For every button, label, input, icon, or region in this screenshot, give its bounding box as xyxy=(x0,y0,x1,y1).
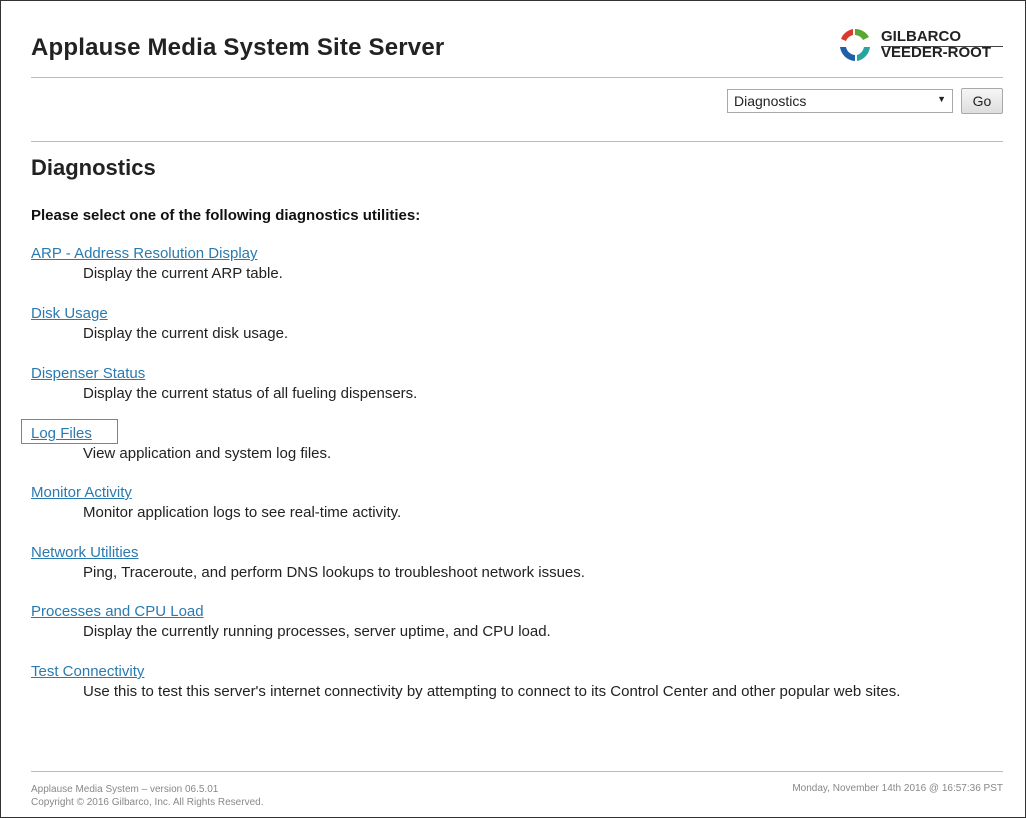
intro-text: Please select one of the following diagn… xyxy=(31,207,421,224)
logo-text-line2: VEEDER-ROOT xyxy=(881,44,992,61)
footer-version: Applause Media System – version 06.5.01 xyxy=(31,784,219,795)
monitor-activity-description: Monitor application logs to see real-tim… xyxy=(83,504,402,521)
processes-cpu-link[interactable]: Processes and CPU Load xyxy=(31,603,204,620)
utility-item-monitor-activity: Monitor Activity Monitor application log… xyxy=(31,484,953,523)
utility-item-disk-usage: Disk Usage Display the current disk usag… xyxy=(31,305,953,344)
footer-copyright: Copyright © 2016 Gilbarco, Inc. All Righ… xyxy=(31,797,264,808)
nav-divider xyxy=(31,141,1003,142)
app-title: Applause Media System Site Server xyxy=(31,34,445,61)
network-utilities-link[interactable]: Network Utilities xyxy=(31,544,139,561)
utility-item-arp: ARP - Address Resolution Display Display… xyxy=(31,245,953,284)
test-connectivity-link[interactable]: Test Connectivity xyxy=(31,663,144,680)
go-button[interactable]: Go xyxy=(961,88,1003,114)
gilbarco-logo-icon xyxy=(840,28,870,61)
disk-usage-description: Display the current disk usage. xyxy=(83,325,289,342)
utility-item-test-connectivity: Test Connectivity Use this to test this … xyxy=(31,663,953,702)
log-files-description: View application and system log files. xyxy=(83,445,332,462)
log-files-link[interactable]: Log Files xyxy=(31,425,92,442)
company-logo: GILBARCO VEEDER-ROOT xyxy=(835,25,1009,71)
footer-timestamp: Monday, November 14th 2016 @ 16:57:36 PS… xyxy=(792,783,1003,794)
page-frame: Applause Media System Site Server GILBAR… xyxy=(0,0,1026,818)
page-title: Diagnostics xyxy=(31,155,156,180)
monitor-activity-link[interactable]: Monitor Activity xyxy=(31,484,132,501)
processes-cpu-description: Display the currently running processes,… xyxy=(83,623,551,640)
dispenser-status-description: Display the current status of all fuelin… xyxy=(83,385,418,402)
page-select-dropdown[interactable]: Diagnostics ▼ xyxy=(727,89,953,113)
utility-item-network-utilities: Network Utilities Ping, Traceroute, and … xyxy=(31,544,953,583)
utility-item-log-files: Log Files View application and system lo… xyxy=(31,425,953,464)
footer-info: Applause Media System – version 06.5.01 … xyxy=(31,783,263,809)
disk-usage-link[interactable]: Disk Usage xyxy=(31,305,108,322)
dispenser-status-link[interactable]: Dispenser Status xyxy=(31,365,145,382)
page-select-value: Diagnostics xyxy=(734,93,807,109)
header-divider xyxy=(31,77,1003,78)
utility-item-dispenser-status: Dispenser Status Display the current sta… xyxy=(31,365,953,404)
test-connectivity-description: Use this to test this server's internet … xyxy=(83,683,901,700)
footer-divider xyxy=(31,771,1003,772)
arp-link[interactable]: ARP - Address Resolution Display xyxy=(31,245,258,262)
chevron-down-icon: ▼ xyxy=(937,94,946,104)
logo-text-line1: GILBARCO xyxy=(881,28,961,45)
network-utilities-description: Ping, Traceroute, and perform DNS lookup… xyxy=(83,564,585,581)
utility-item-processes: Processes and CPU Load Display the curre… xyxy=(31,603,953,642)
arp-description: Display the current ARP table. xyxy=(83,265,283,282)
